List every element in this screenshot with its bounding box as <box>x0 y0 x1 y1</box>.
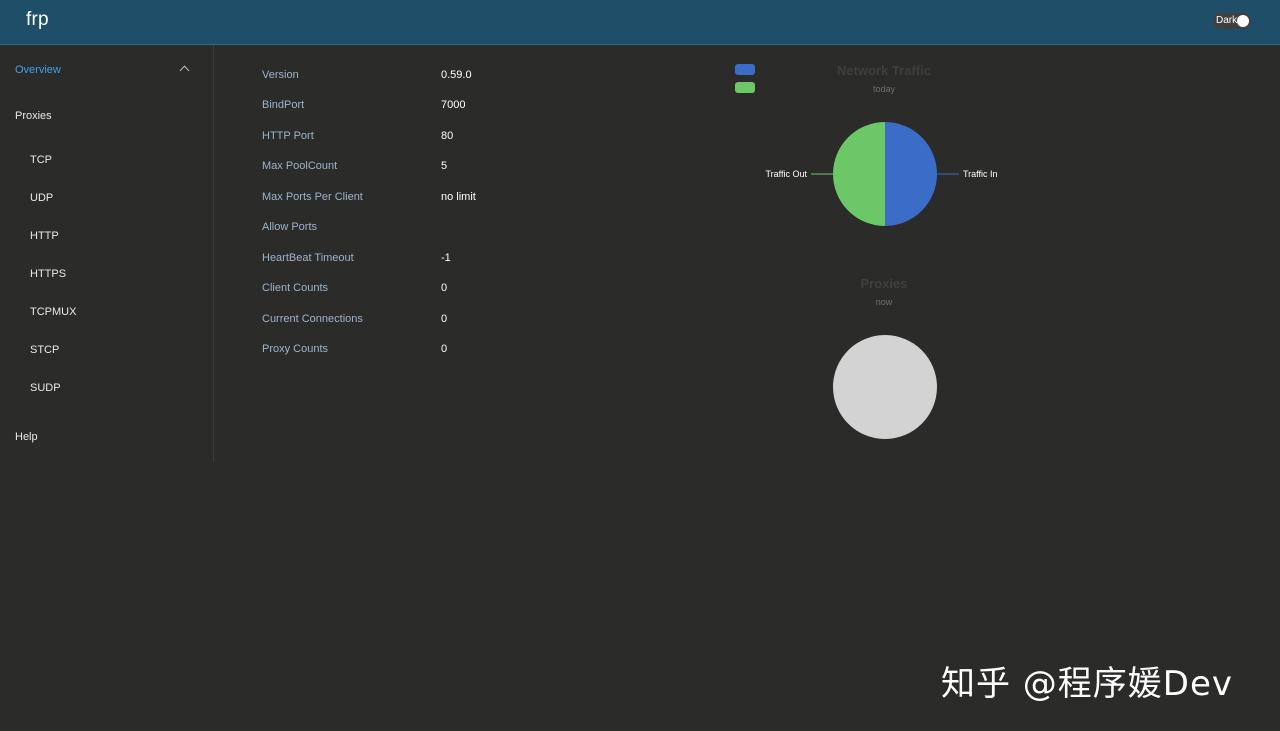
info-value-max-ports-per-client: no limit <box>441 191 476 203</box>
info-label-http-port: HTTP Port <box>262 130 314 142</box>
info-label-max-poolcount: Max PoolCount <box>262 160 338 172</box>
app-title: frp <box>26 9 49 30</box>
top-bar: frp Dark <box>0 0 1280 45</box>
info-value-max-poolcount: 5 <box>441 160 448 172</box>
info-label-allow-ports: Allow Ports <box>262 221 318 233</box>
info-value-current-connections: 0 <box>441 313 448 325</box>
nav-proxy-tcpmux[interactable]: TCPMUX <box>30 306 76 318</box>
nav-help[interactable]: Help <box>15 431 38 443</box>
nav-overview[interactable]: Overview <box>15 64 61 76</box>
info-label-max-ports-per-client: Max Ports Per Client <box>262 191 363 203</box>
nav-proxy-sudp[interactable]: SUDP <box>30 382 61 394</box>
pie-label-traffic-out: Traffic Out <box>765 169 807 179</box>
nav-proxy-udp[interactable]: UDP <box>30 192 53 204</box>
traffic-chart-subtitle: today <box>872 84 896 94</box>
traffic-chart-title: Network Traffic <box>837 63 931 78</box>
info-value-heartbeat-timeout: -1 <box>441 252 451 264</box>
info-label-proxy-counts: Proxy Counts <box>262 343 329 355</box>
nav-proxy-http[interactable]: HTTP <box>30 230 59 242</box>
info-value-proxy-counts: 0 <box>441 343 448 355</box>
pie-slice-traffic-out[interactable] <box>833 122 885 226</box>
info-label-heartbeat-timeout: HeartBeat Timeout <box>262 252 354 264</box>
info-value-http-port: 80 <box>441 130 454 142</box>
info-label-client-counts: Client Counts <box>262 282 329 294</box>
legend-swatch-traffic-out[interactable] <box>735 82 755 93</box>
info-label-version: Version <box>262 69 299 81</box>
toggle-knob <box>1237 15 1249 27</box>
nav-proxy-https[interactable]: HTTPS <box>30 268 66 280</box>
info-label-current-connections: Current Connections <box>262 313 363 325</box>
info-value-version: 0.59.0 <box>441 69 472 81</box>
watermark: 知乎 @程序媛Dev <box>941 664 1234 704</box>
pie-label-traffic-in: Traffic In <box>963 169 998 179</box>
dark-mode-label: Dark <box>1216 15 1238 26</box>
legend-swatch-traffic-in[interactable] <box>735 64 755 75</box>
nav-proxy-tcp[interactable]: TCP <box>30 154 52 166</box>
pie-empty-placeholder <box>833 335 937 439</box>
proxies-chart-subtitle: now <box>875 297 893 307</box>
traffic-pie-chart: Traffic In Traffic Out <box>765 122 998 226</box>
nav-proxy-stcp[interactable]: STCP <box>30 344 59 356</box>
proxies-chart-title: Proxies <box>860 276 908 291</box>
proxies-pie-chart <box>833 335 937 439</box>
info-value-bindport: 7000 <box>441 99 466 111</box>
pie-slice-traffic-in[interactable] <box>885 122 937 226</box>
nav-proxies[interactable]: Proxies <box>15 110 52 122</box>
sidebar <box>0 45 214 462</box>
info-label-bindport: BindPort <box>262 99 305 111</box>
dark-mode-toggle[interactable]: Dark <box>1213 13 1251 29</box>
info-value-client-counts: 0 <box>441 282 448 294</box>
